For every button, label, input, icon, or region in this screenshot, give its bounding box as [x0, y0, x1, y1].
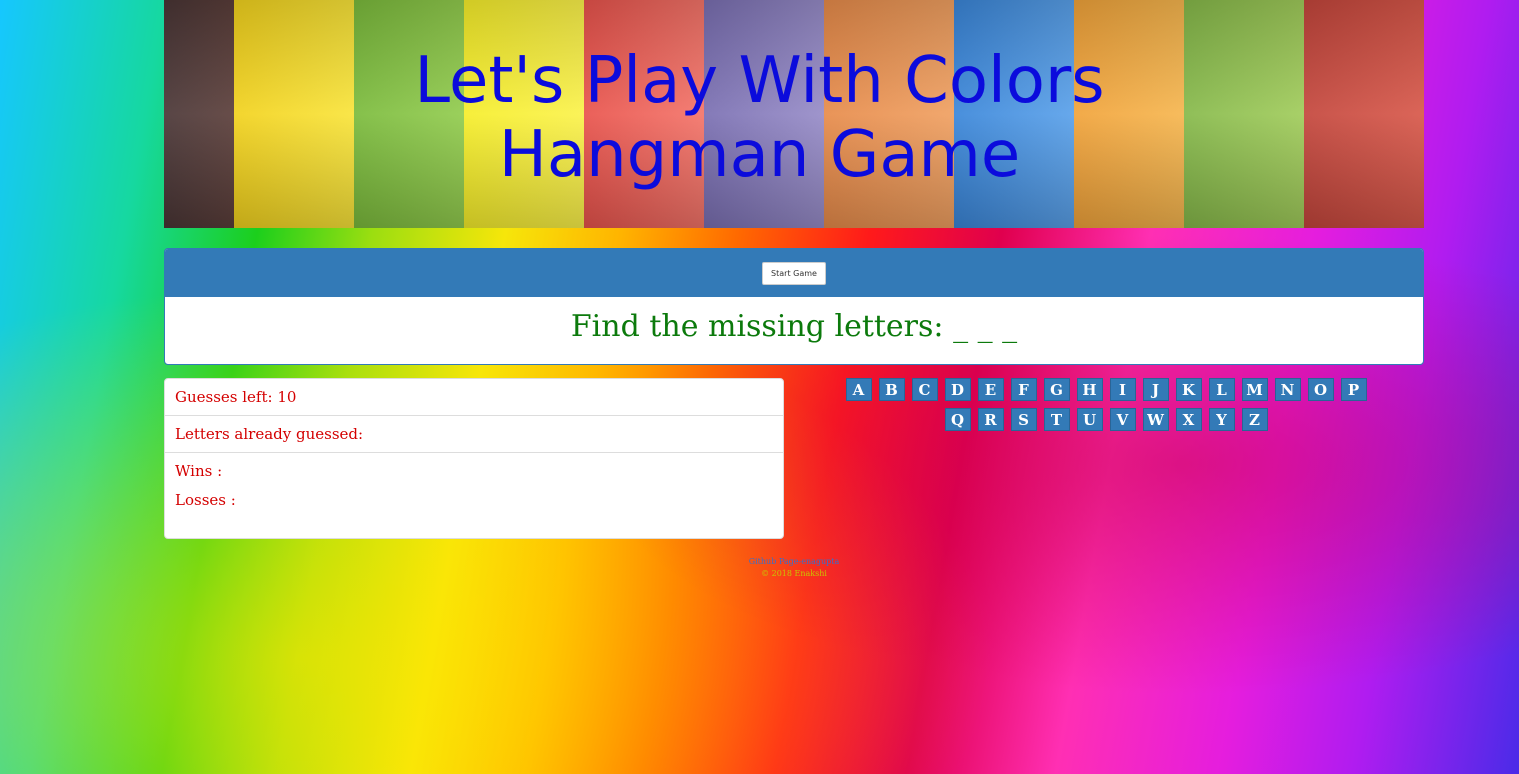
wins-count: Wins :: [175, 462, 223, 480]
letter-key-a[interactable]: A: [845, 378, 872, 401]
title-line-2: Hangman Game: [498, 118, 1021, 192]
letter-key-o[interactable]: O: [1307, 378, 1334, 401]
letter-key-h[interactable]: H: [1076, 378, 1103, 401]
letter-key-i[interactable]: I: [1109, 378, 1136, 401]
copyright: © 2018 Enakshi: [761, 569, 827, 578]
game-panel: Start Game Find the missing letters: _ _…: [164, 248, 1424, 365]
score-block: Wins : Losses :: [165, 453, 783, 524]
letter-key-u[interactable]: U: [1076, 408, 1103, 431]
word-prompt: Find the missing letters: _ _ _: [570, 309, 1018, 344]
github-link[interactable]: Github Page-enagupta: [749, 557, 840, 566]
letter-key-l[interactable]: L: [1208, 378, 1235, 401]
letter-key-e[interactable]: E: [977, 378, 1004, 401]
letter-key-d[interactable]: D: [944, 378, 971, 401]
page-title: Let's Play With Colors Hangman Game: [0, 44, 1519, 192]
title-line-1: Let's Play With Colors: [414, 44, 1105, 118]
letter-key-j[interactable]: J: [1142, 378, 1169, 401]
guesses-left: Guesses left: 10: [165, 379, 783, 416]
letter-key-v[interactable]: V: [1109, 408, 1136, 431]
letter-key-n[interactable]: N: [1274, 378, 1301, 401]
letter-key-c[interactable]: C: [911, 378, 938, 401]
letter-key-w[interactable]: W: [1142, 408, 1169, 431]
letter-key-s[interactable]: S: [1010, 408, 1037, 431]
letter-key-r[interactable]: R: [977, 408, 1004, 431]
letter-key-p[interactable]: P: [1340, 378, 1367, 401]
panel-heading: Start Game: [165, 249, 1423, 297]
losses-count: Losses :: [175, 491, 236, 509]
letter-key-f[interactable]: F: [1010, 378, 1037, 401]
letter-key-q[interactable]: Q: [944, 408, 971, 431]
letter-key-k[interactable]: K: [1175, 378, 1202, 401]
letter-key-g[interactable]: G: [1043, 378, 1070, 401]
letter-key-m[interactable]: M: [1241, 378, 1268, 401]
letter-key-x[interactable]: X: [1175, 408, 1202, 431]
stats-panel: Guesses left: 10 Letters already guessed…: [164, 378, 784, 539]
letter-key-z[interactable]: Z: [1241, 408, 1268, 431]
start-game-button[interactable]: Start Game: [762, 261, 826, 285]
letter-key-t[interactable]: T: [1043, 408, 1070, 431]
letter-key-b[interactable]: B: [878, 378, 905, 401]
letter-key-y[interactable]: Y: [1208, 408, 1235, 431]
letter-keyboard: ABCDEFGHIJKLMNOP QRSTUVWXYZ: [838, 378, 1374, 431]
letters-guessed: Letters already guessed:: [165, 416, 783, 453]
footer: Github Page-enagupta © 2018 Enakshi: [164, 556, 1424, 580]
